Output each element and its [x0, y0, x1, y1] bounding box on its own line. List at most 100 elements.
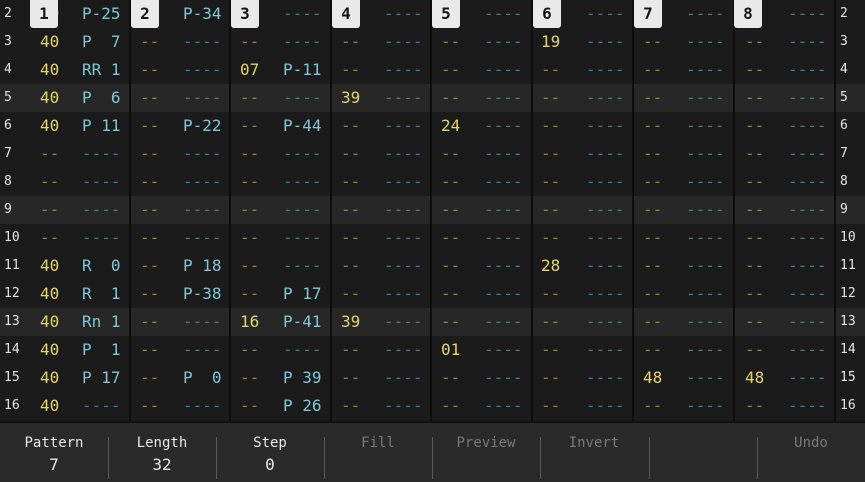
- note-cell[interactable]: ----: [183, 140, 222, 168]
- velocity-cell[interactable]: 40: [40, 28, 59, 56]
- velocity-cell[interactable]: --: [441, 392, 460, 420]
- velocity-cell[interactable]: 40: [40, 84, 59, 112]
- note-cell[interactable]: ----: [686, 252, 725, 280]
- velocity-cell[interactable]: --: [341, 336, 360, 364]
- velocity-cell[interactable]: --: [140, 336, 159, 364]
- note-cell[interactable]: ----: [686, 56, 725, 84]
- velocity-cell[interactable]: --: [240, 252, 259, 280]
- velocity-cell[interactable]: --: [240, 364, 259, 392]
- velocity-cell[interactable]: --: [745, 196, 764, 224]
- note-cell[interactable]: ----: [484, 140, 523, 168]
- track-header-5[interactable]: 5: [432, 0, 460, 28]
- note-cell[interactable]: ----: [586, 140, 625, 168]
- note-cell[interactable]: ----: [183, 28, 222, 56]
- velocity-cell[interactable]: 16: [240, 308, 259, 336]
- velocity-cell[interactable]: --: [643, 112, 662, 140]
- velocity-cell[interactable]: --: [643, 168, 662, 196]
- track-header-6[interactable]: 6: [533, 0, 561, 28]
- note-cell[interactable]: ----: [788, 336, 827, 364]
- note-cell[interactable]: ----: [586, 84, 625, 112]
- note-cell[interactable]: ----: [788, 28, 827, 56]
- velocity-cell[interactable]: 48: [643, 364, 662, 392]
- note-cell[interactable]: ----: [384, 28, 423, 56]
- undo-button[interactable]: Undo: [757, 423, 865, 482]
- fill-button[interactable]: Fill: [324, 423, 432, 482]
- note-cell[interactable]: ----: [484, 280, 523, 308]
- note-cell[interactable]: ----: [283, 224, 322, 252]
- note-cell[interactable]: ----: [586, 28, 625, 56]
- velocity-cell[interactable]: --: [643, 140, 662, 168]
- velocity-cell[interactable]: --: [441, 308, 460, 336]
- velocity-cell[interactable]: --: [643, 280, 662, 308]
- velocity-cell[interactable]: --: [541, 308, 560, 336]
- note-cell[interactable]: ----: [183, 336, 222, 364]
- sequencer-grid[interactable]: 240P-25--P-34---------------------------…: [0, 0, 865, 421]
- velocity-cell[interactable]: --: [441, 168, 460, 196]
- velocity-cell[interactable]: --: [745, 336, 764, 364]
- note-cell[interactable]: P 11: [82, 112, 121, 140]
- note-cell[interactable]: ----: [82, 196, 121, 224]
- velocity-cell[interactable]: --: [745, 140, 764, 168]
- note-cell[interactable]: ----: [283, 336, 322, 364]
- note-cell[interactable]: ----: [788, 224, 827, 252]
- velocity-cell[interactable]: --: [643, 336, 662, 364]
- velocity-cell[interactable]: --: [341, 392, 360, 420]
- note-cell[interactable]: ----: [686, 84, 725, 112]
- note-cell[interactable]: ----: [484, 0, 523, 28]
- note-cell[interactable]: ----: [384, 392, 423, 420]
- velocity-cell[interactable]: --: [541, 224, 560, 252]
- velocity-cell[interactable]: --: [341, 280, 360, 308]
- note-cell[interactable]: ----: [788, 280, 827, 308]
- note-cell[interactable]: P 39: [283, 364, 322, 392]
- track-header-1[interactable]: 1: [30, 0, 58, 28]
- velocity-cell[interactable]: --: [541, 364, 560, 392]
- note-cell[interactable]: ----: [788, 168, 827, 196]
- velocity-cell[interactable]: 40: [40, 336, 59, 364]
- note-cell[interactable]: ----: [82, 392, 121, 420]
- velocity-cell[interactable]: --: [745, 224, 764, 252]
- velocity-cell[interactable]: --: [441, 56, 460, 84]
- note-cell[interactable]: ----: [686, 28, 725, 56]
- preview-button[interactable]: Preview: [432, 423, 540, 482]
- velocity-cell[interactable]: 40: [40, 308, 59, 336]
- velocity-cell[interactable]: --: [541, 84, 560, 112]
- note-cell[interactable]: ----: [484, 196, 523, 224]
- note-cell[interactable]: ----: [686, 168, 725, 196]
- note-cell[interactable]: P-25: [82, 0, 121, 28]
- note-cell[interactable]: ----: [283, 252, 322, 280]
- velocity-cell[interactable]: --: [140, 196, 159, 224]
- velocity-cell[interactable]: --: [643, 308, 662, 336]
- note-cell[interactable]: P-44: [283, 112, 322, 140]
- velocity-cell[interactable]: --: [240, 392, 259, 420]
- note-cell[interactable]: P-41: [283, 308, 322, 336]
- velocity-cell[interactable]: --: [240, 196, 259, 224]
- note-cell[interactable]: P 1: [82, 336, 121, 364]
- note-cell[interactable]: ----: [484, 308, 523, 336]
- note-cell[interactable]: P-11: [283, 56, 322, 84]
- note-cell[interactable]: ----: [484, 336, 523, 364]
- velocity-cell[interactable]: --: [341, 28, 360, 56]
- note-cell[interactable]: RR 1: [82, 56, 121, 84]
- velocity-cell[interactable]: --: [140, 84, 159, 112]
- velocity-cell[interactable]: --: [40, 140, 59, 168]
- note-cell[interactable]: ----: [384, 308, 423, 336]
- note-cell[interactable]: ----: [586, 56, 625, 84]
- velocity-cell[interactable]: --: [341, 140, 360, 168]
- velocity-cell[interactable]: --: [341, 364, 360, 392]
- note-cell[interactable]: ----: [384, 168, 423, 196]
- velocity-cell[interactable]: --: [643, 196, 662, 224]
- velocity-cell[interactable]: --: [643, 252, 662, 280]
- note-cell[interactable]: ----: [686, 336, 725, 364]
- velocity-cell[interactable]: --: [140, 56, 159, 84]
- note-cell[interactable]: ----: [586, 224, 625, 252]
- velocity-cell[interactable]: --: [140, 112, 159, 140]
- velocity-cell[interactable]: 48: [745, 364, 764, 392]
- note-cell[interactable]: ----: [686, 196, 725, 224]
- note-cell[interactable]: ----: [82, 140, 121, 168]
- note-cell[interactable]: R 0: [82, 252, 121, 280]
- note-cell[interactable]: ----: [384, 84, 423, 112]
- track-header-7[interactable]: 7: [634, 0, 662, 28]
- velocity-cell[interactable]: --: [341, 196, 360, 224]
- note-cell[interactable]: ----: [686, 140, 725, 168]
- note-cell[interactable]: ----: [484, 28, 523, 56]
